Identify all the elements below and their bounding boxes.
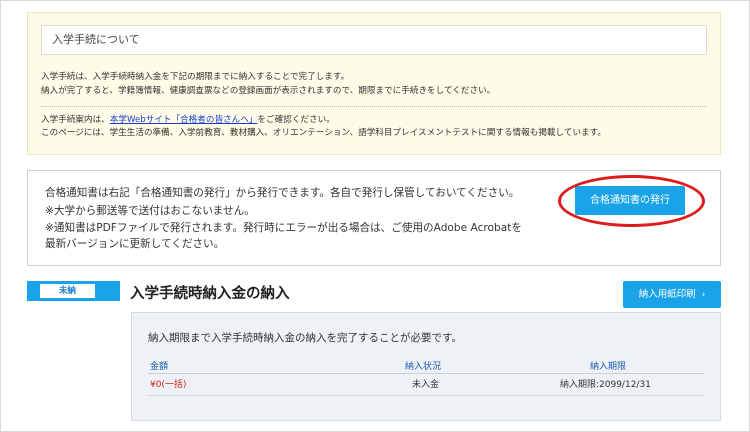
- admission-notice-box: 入学手続について 入学手続は、入学手続時納入金を下記の期限までに納入することで完…: [27, 12, 721, 155]
- payment-message: 納入期限まで入学手続時納入金の納入を完了することが必要です。: [148, 332, 462, 344]
- table-row-divider: [148, 395, 704, 396]
- certificate-text-2: ※大学から郵送等で送付はおこないません。: [45, 205, 255, 217]
- certificate-box: 合格通知書は右記「合格通知書の発行」から発行できます。各自で発行し保管しておいて…: [27, 170, 721, 266]
- print-payment-slip-button[interactable]: 納入用紙印刷 ›: [623, 281, 721, 308]
- highlight-circle: [558, 175, 705, 227]
- cell-deadline: 納入期限:2099/12/31: [560, 380, 651, 390]
- print-button-label: 納入用紙印刷: [638, 289, 696, 300]
- column-header-deadline: 納入期限: [590, 362, 627, 372]
- payment-info-box: 納入期限まで入学手続時納入金の納入を完了することが必要です。 金額 納入状況 納…: [131, 312, 721, 421]
- notice-divider: [41, 106, 707, 107]
- notice-text-2: 納入が完了すると、学籍簿情報、健康調査票などの登録画面が表示されますので、期限ま…: [41, 86, 496, 96]
- chevron-right-icon: ›: [701, 290, 706, 300]
- certificate-text-1: 合格通知書は右記「合格通知書の発行」から発行できます。各自で発行し保管しておいて…: [45, 187, 520, 199]
- successful-applicants-link[interactable]: 本学Webサイト「合格者の皆さんへ」: [110, 115, 258, 125]
- payment-section-title: 入学手続時納入金の納入: [130, 286, 290, 302]
- certificate-text-3: ※通知書はPDFファイルで発行されます。発行時にエラーが出る場合は、ご使用のAd…: [45, 222, 522, 234]
- table-header-divider: [148, 373, 704, 374]
- notice-text-3: 入学手続案内は、本学Webサイト「合格者の皆さんへ」をご確認ください。: [41, 114, 335, 127]
- notice-text-4: このページには、学生生活の準備、入学前教育、教材購入、オリエンテーション、語学科…: [41, 128, 606, 138]
- cell-status: 未入金: [412, 380, 440, 390]
- notice-text-3-before: 入学手続案内は、: [41, 115, 110, 125]
- status-badge: 未納: [40, 284, 95, 298]
- cell-amount: ¥0(一括): [150, 380, 187, 390]
- notice-text-3-after: をご確認ください。: [257, 115, 335, 125]
- column-header-amount: 金額: [150, 362, 169, 372]
- notice-title: 入学手続について: [41, 25, 707, 55]
- certificate-text-4: 最新バージョンに更新してください。: [45, 238, 225, 250]
- column-header-status: 納入状況: [405, 362, 442, 372]
- notice-text-1: 入学手続は、入学手続時納入金を下記の期限までに納入することで完了します。: [41, 72, 350, 82]
